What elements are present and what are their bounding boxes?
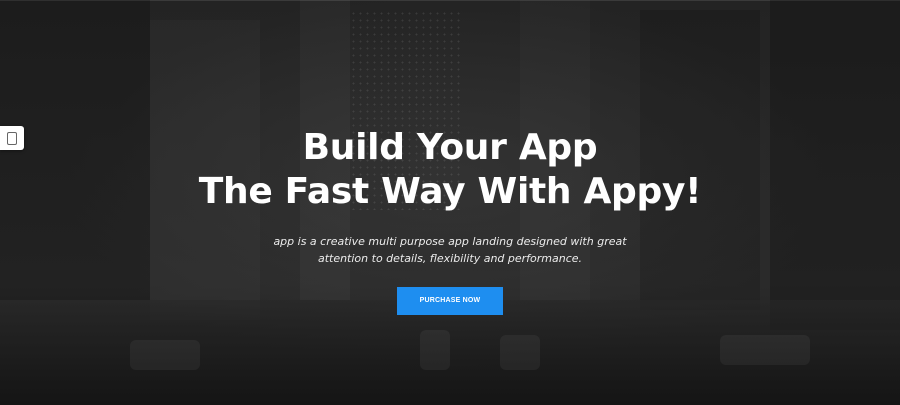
hero-subtitle-line1: app is a creative multi purpose app land… xyxy=(273,235,627,248)
purchase-now-button[interactable]: PURCHASE NOW xyxy=(397,287,503,315)
hero-title-line1: Build Your App xyxy=(302,127,598,168)
hero-subtitle: app is a creative multi purpose app land… xyxy=(0,233,900,267)
background-car xyxy=(500,335,540,370)
hero-subtitle-line2: attention to details, flexibility and pe… xyxy=(317,252,583,265)
background-car xyxy=(130,340,200,370)
hero-content: Build Your App The Fast Way With Appy! a… xyxy=(0,126,900,315)
background-car xyxy=(420,330,450,370)
background-car xyxy=(720,335,810,365)
hero-title-line2: The Fast Way With Appy! xyxy=(198,171,702,212)
hero-title: Build Your App The Fast Way With Appy! xyxy=(0,126,900,214)
hero-section: Build Your App The Fast Way With Appy! a… xyxy=(0,0,900,405)
